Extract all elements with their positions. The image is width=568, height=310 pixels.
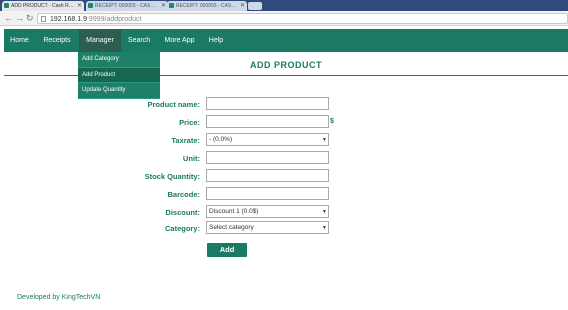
address-bar[interactable]: 192.168.1.9:9999/addproduct [37, 13, 568, 24]
new-tab-button[interactable] [248, 2, 262, 10]
discount-selected-value: Discount 1 (0.0$) [209, 208, 259, 215]
menu-item-update-quantity[interactable]: Update Quantity [78, 83, 160, 99]
barcode-label: Barcode: [167, 190, 200, 199]
back-icon[interactable]: ← [4, 13, 13, 23]
price-input[interactable] [206, 115, 329, 128]
browser-tab-label: RECEIPT: 000003 - CAS… [176, 3, 237, 9]
favicon-icon [169, 3, 174, 8]
category-selected-value: Select category [209, 224, 254, 231]
favicon-icon [4, 3, 9, 8]
nav-item-more-app[interactable]: More App [157, 29, 202, 52]
url-port: :9999 [86, 16, 105, 23]
footer-credit: Developed by KingTechVN [17, 294, 101, 301]
product-name-label: Product name: [147, 100, 200, 109]
price-unit: $ [330, 118, 334, 125]
nav-item-home[interactable]: Home [4, 29, 35, 52]
taxrate-select[interactable]: - (0.0%) [206, 133, 329, 146]
nav-item-manager[interactable]: Manager [79, 29, 121, 52]
discount-select[interactable]: Discount 1 (0.0$) [206, 205, 329, 218]
browser-tab-active[interactable]: ADD PRODUCT - Cash R… ✕ [2, 1, 84, 11]
menu-item-add-category[interactable]: Add Category [78, 52, 160, 68]
browser-tab[interactable]: RECEIPT: 000003 - CAS… ✕ [86, 1, 168, 11]
forward-icon[interactable]: → [15, 13, 24, 23]
manager-dropdown-menu: Add Category Add Product Update Quantity [78, 52, 160, 99]
browser-tab-label: ADD PRODUCT - Cash R… [11, 3, 74, 9]
unit-label: Unit: [182, 154, 200, 163]
discount-label: Discount: [165, 208, 200, 217]
chevron-down-icon: ▼ [322, 137, 327, 143]
page-icon [41, 16, 46, 22]
product-name-input[interactable] [206, 97, 329, 110]
nav-item-help[interactable]: Help [202, 29, 230, 52]
stock-quantity-label: Stock Quantity: [144, 172, 200, 181]
chevron-down-icon: ▼ [322, 209, 327, 215]
url-host: 192.168.1.9 [50, 16, 87, 23]
url-path: /addproduct [104, 16, 142, 23]
price-label: Price: [179, 118, 200, 127]
nav-item-receipts[interactable]: Receipts [35, 29, 79, 52]
browser-tab-bar: ADD PRODUCT - Cash R… ✕ RECEIPT: 000003 … [0, 0, 568, 11]
close-icon[interactable]: ✕ [161, 2, 166, 9]
close-icon[interactable]: ✕ [77, 2, 82, 9]
nav-item-search[interactable]: Search [121, 29, 157, 52]
taxrate-label: Taxrate: [171, 136, 200, 145]
unit-input[interactable] [206, 151, 329, 164]
add-button[interactable]: Add [207, 243, 247, 257]
favicon-icon [88, 3, 93, 8]
category-select[interactable]: Select category [206, 221, 329, 234]
browser-tab-label: RECEIPT: 000003 - CAS… [95, 3, 156, 9]
category-label: Category: [164, 224, 200, 233]
browser-tab[interactable]: RECEIPT: 000003 - CAS… ✕ [167, 1, 247, 11]
browser-toolbar: ← → ↻ 192.168.1.9:9999/addproduct [0, 11, 568, 26]
reload-icon[interactable]: ↻ [26, 13, 34, 23]
close-icon[interactable]: ✕ [240, 2, 245, 9]
stock-quantity-input[interactable] [206, 169, 329, 182]
app-nav-bar: Home Receipts Manager Search More App He… [4, 29, 568, 52]
menu-item-add-product[interactable]: Add Product [78, 67, 160, 83]
chevron-down-icon: ▼ [322, 225, 327, 231]
taxrate-selected-value: - (0.0%) [209, 136, 233, 143]
barcode-input[interactable] [206, 187, 329, 200]
